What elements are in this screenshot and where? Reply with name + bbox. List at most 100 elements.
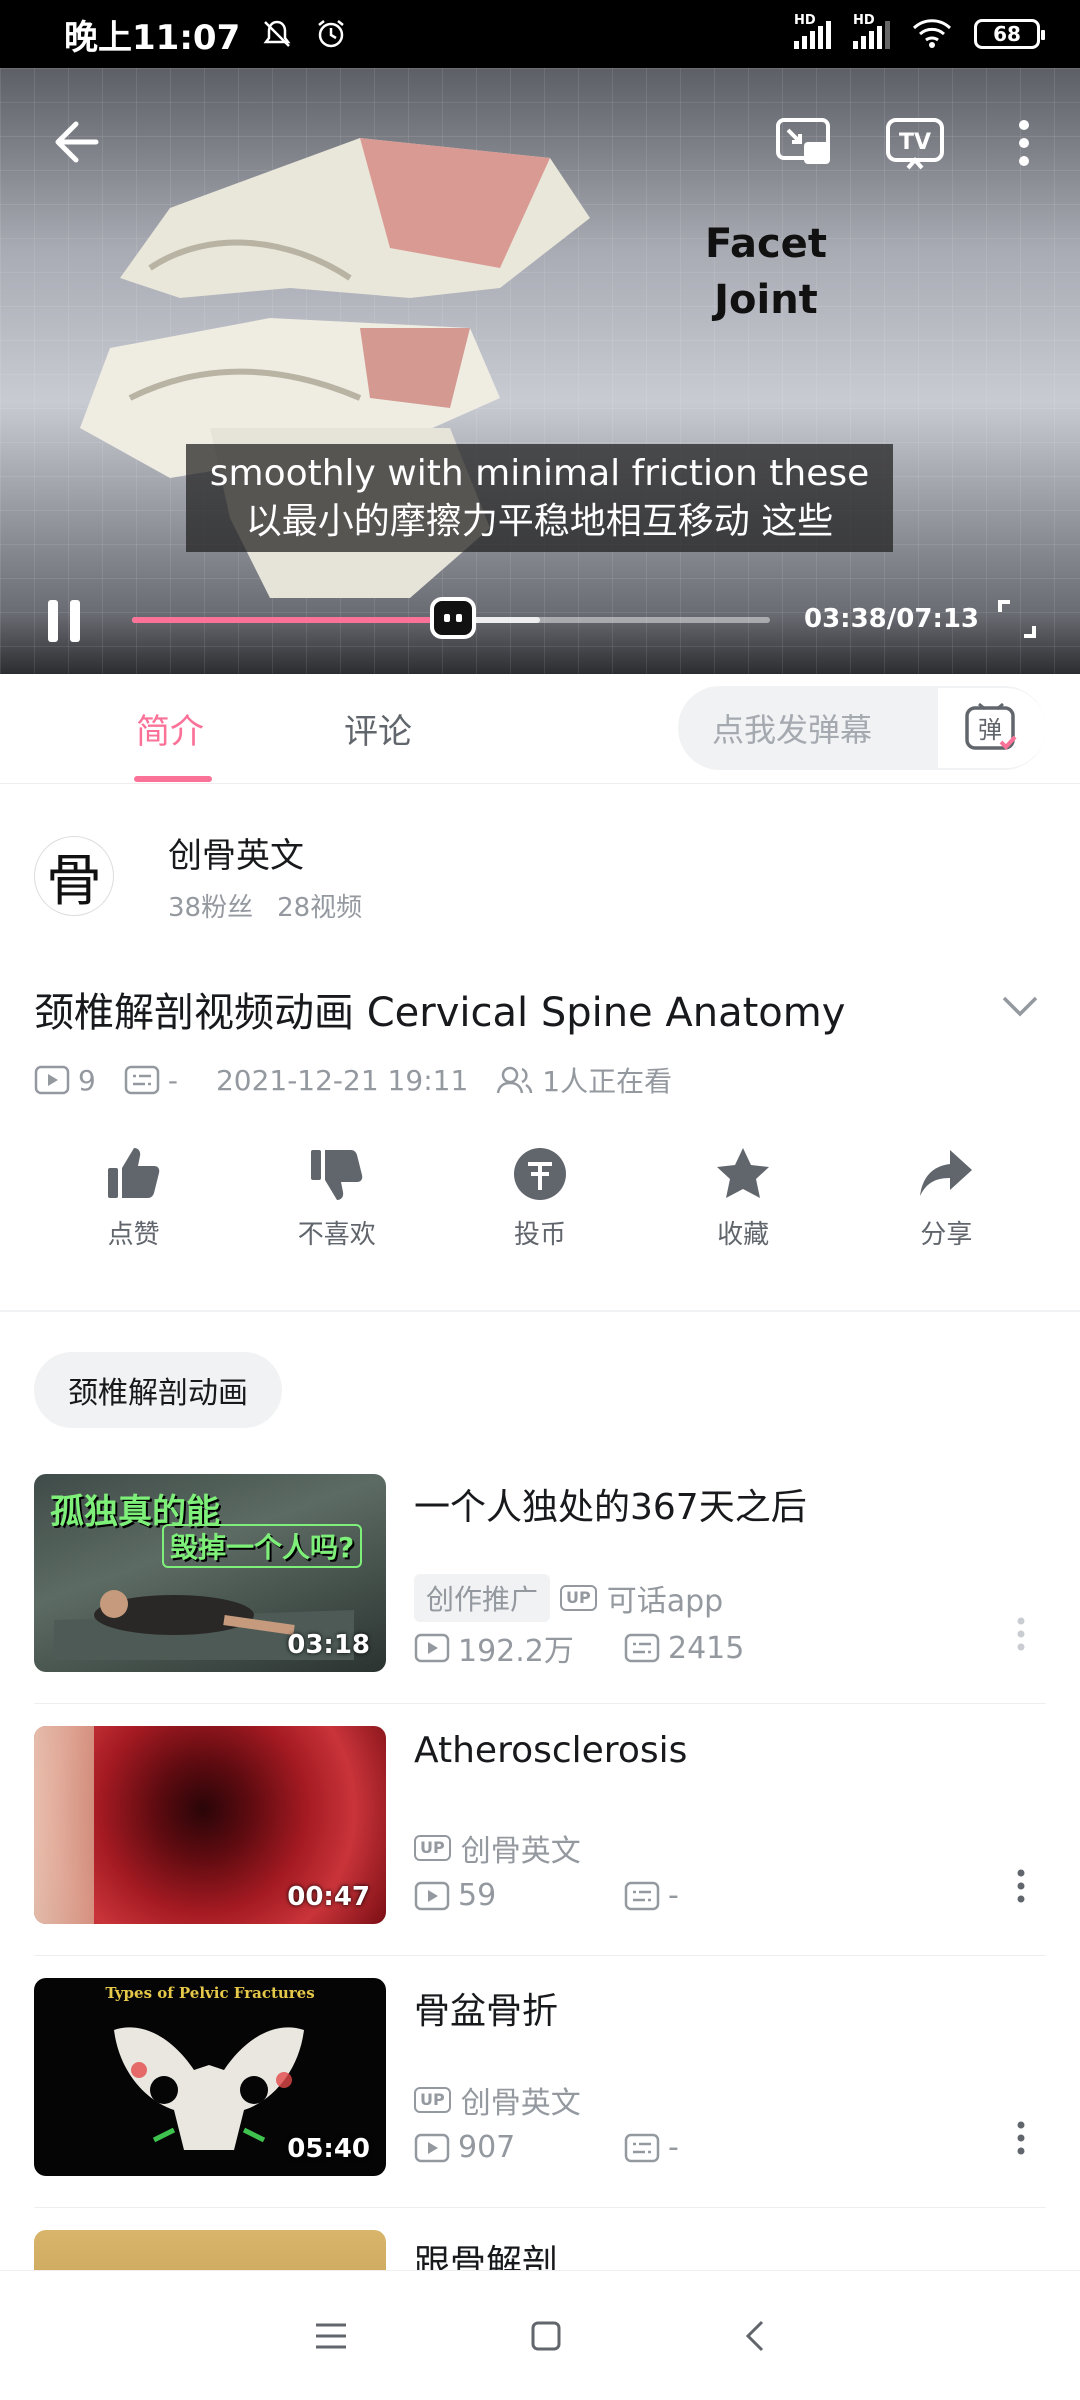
dislike-button[interactable]: 不喜欢 [262, 1144, 412, 1251]
uploader-name[interactable]: 创骨英文 [168, 828, 362, 877]
danmaku-count: - [668, 2130, 679, 2165]
list-item[interactable]: 孤独真的能 毁掉一个人吗? 03:18 一个人独处的367天之后 创作推广 UP… [34, 1454, 1046, 1704]
avatar[interactable]: 骨 [34, 836, 114, 916]
back-arrow-icon[interactable] [50, 116, 102, 168]
chevron-down-icon[interactable] [1000, 990, 1040, 1020]
alarm-icon [318, 20, 345, 48]
viewers-icon [497, 1066, 533, 1094]
pause-icon[interactable] [44, 596, 84, 646]
danmaku-count-icon [124, 1065, 160, 1095]
danmaku-count: - [167, 1063, 178, 1097]
up-badge: UP [414, 2087, 451, 2113]
subtitle-en: smoothly with minimal friction these [209, 453, 870, 494]
video-title[interactable]: 跟骨解剖 [414, 2234, 558, 2270]
up-badge: UP [560, 1585, 597, 1611]
video-thumbnail[interactable]: 孤独真的能 毁掉一个人吗? 03:18 [34, 1474, 386, 1672]
video-duration: 05:40 [287, 2134, 370, 2164]
status-time: 晚上11:07 [64, 17, 241, 58]
tv-icon[interactable]: TV [884, 116, 946, 170]
more-vertical-icon[interactable] [1014, 1868, 1028, 1904]
time-display: 03:38/07:13 [804, 604, 980, 634]
fullscreen-icon[interactable] [996, 598, 1038, 640]
play-count: 9 [78, 1063, 96, 1097]
action-bar: 点赞 不喜欢 投币 收藏 分享 [0, 1144, 1080, 1251]
hd-signal-icon: HD [794, 13, 831, 49]
favorite-button[interactable]: 收藏 [668, 1144, 818, 1251]
danmaku-count-icon [624, 1633, 660, 1663]
more-vertical-icon[interactable] [1014, 1616, 1028, 1652]
danmaku-count: 2415 [668, 1630, 745, 1666]
more-vertical-icon[interactable] [1012, 118, 1036, 168]
play-count-icon [414, 1633, 450, 1663]
coin-button[interactable]: 投币 [465, 1144, 615, 1251]
thumbs-down-icon [310, 1150, 363, 1200]
video-duration: 00:47 [287, 1882, 370, 1912]
wifi-icon [912, 19, 952, 48]
svg-text:TV: TV [899, 130, 931, 155]
share-icon [920, 1150, 973, 1196]
subtitle-box: smoothly with minimal friction these 以最小… [186, 444, 893, 552]
list-item[interactable]: 跟骨解剖 [34, 2210, 1046, 2270]
list-item[interactable]: 00:47 Atherosclerosis UP 创骨英文 59 - [34, 1706, 1046, 1956]
video-title[interactable]: Atherosclerosis [414, 1730, 687, 1771]
play-count: 192.2万 [458, 1634, 574, 1669]
video-title[interactable]: 一个人独处的367天之后 [414, 1478, 807, 1530]
danmaku-count: - [668, 1878, 679, 1913]
play-count: 907 [458, 2130, 516, 2165]
thumbnail-caption: Types of Pelvic Fractures [105, 1984, 315, 2002]
danmaku-toggle-button[interactable]: 弹 [938, 688, 1046, 768]
uploader-fans: 38粉丝 [168, 893, 254, 923]
up-badge: UP [414, 1835, 451, 1861]
svg-text:弹: 弹 [978, 716, 1002, 744]
danmaku-count-icon [624, 2133, 660, 2162]
cast-icon[interactable] [774, 116, 834, 170]
tab-active-indicator [134, 776, 212, 782]
star-icon [717, 1148, 770, 1198]
play-count: 59 [458, 1878, 497, 1913]
watching-count: 1人正在看 [542, 1065, 673, 1098]
battery-icon: 68 [974, 19, 1045, 49]
status-bar: 晚上11:07 HD HD 68 [0, 0, 1080, 68]
progress-bar[interactable] [132, 597, 770, 639]
more-vertical-icon[interactable] [1014, 2120, 1028, 2156]
uploader-videos: 28视频 [277, 893, 363, 923]
uploader-card[interactable]: 骨 创骨英文 38粉丝 28视频 [34, 828, 362, 924]
publish-date: 2021-12-21 19:11 [215, 1063, 469, 1097]
collection-chip[interactable]: 颈椎解剖动画 [34, 1352, 282, 1428]
danmaku-input[interactable]: 点我发弹幕 弹 [678, 686, 1046, 770]
video-thumbnail[interactable] [34, 2230, 386, 2270]
tab-comments[interactable]: 评论 [344, 704, 412, 753]
video-player[interactable]: Facet Joint TV smoothly with minimal fri… [0, 68, 1080, 674]
section-divider [0, 1310, 1080, 1312]
mute-icon [263, 20, 291, 47]
share-button[interactable]: 分享 [871, 1144, 1021, 1251]
play-count-icon [414, 1881, 450, 1910]
promo-badge: 创作推广 [414, 1574, 551, 1622]
thumbs-up-icon [107, 1148, 159, 1198]
list-item[interactable]: Types of Pelvic Fractures 05:40 骨盆骨折 UP … [34, 1958, 1046, 2208]
video-thumbnail[interactable]: 00:47 [34, 1726, 386, 1924]
play-count-icon [414, 2133, 450, 2162]
home-icon[interactable] [529, 2319, 563, 2353]
tab-intro[interactable]: 简介 [136, 704, 204, 753]
danmaku-count-icon [624, 1881, 660, 1910]
author-name[interactable]: 创骨英文 [461, 1826, 581, 1870]
coin-icon [513, 1148, 566, 1200]
author-name[interactable]: 可话app [607, 1576, 723, 1620]
thumbnail-caption: 毁掉一个人吗? [162, 1524, 363, 1568]
video-title[interactable]: 骨盆骨折 [414, 1982, 558, 2034]
like-button[interactable]: 点赞 [59, 1144, 209, 1251]
system-nav-bar [0, 2270, 1080, 2400]
subtitle-zh: 以最小的摩擦力平稳地相互移动 这些 [245, 501, 834, 542]
progress-thumb[interactable] [429, 597, 476, 639]
danmaku-icon: 弹 [965, 702, 1017, 750]
author-name[interactable]: 创骨英文 [461, 2078, 581, 2122]
back-icon[interactable] [743, 2318, 767, 2354]
video-meta: 9 - 2021-12-21 19:11 1人正在看 [34, 1060, 700, 1100]
overlay-label: Facet Joint [705, 221, 827, 323]
play-count-icon [34, 1065, 70, 1095]
hd-signal-icon: HD [853, 13, 890, 49]
danmaku-placeholder: 点我发弹幕 [712, 711, 873, 749]
video-thumbnail[interactable]: Types of Pelvic Fractures 05:40 [34, 1978, 386, 2176]
menu-icon[interactable] [313, 2321, 349, 2351]
